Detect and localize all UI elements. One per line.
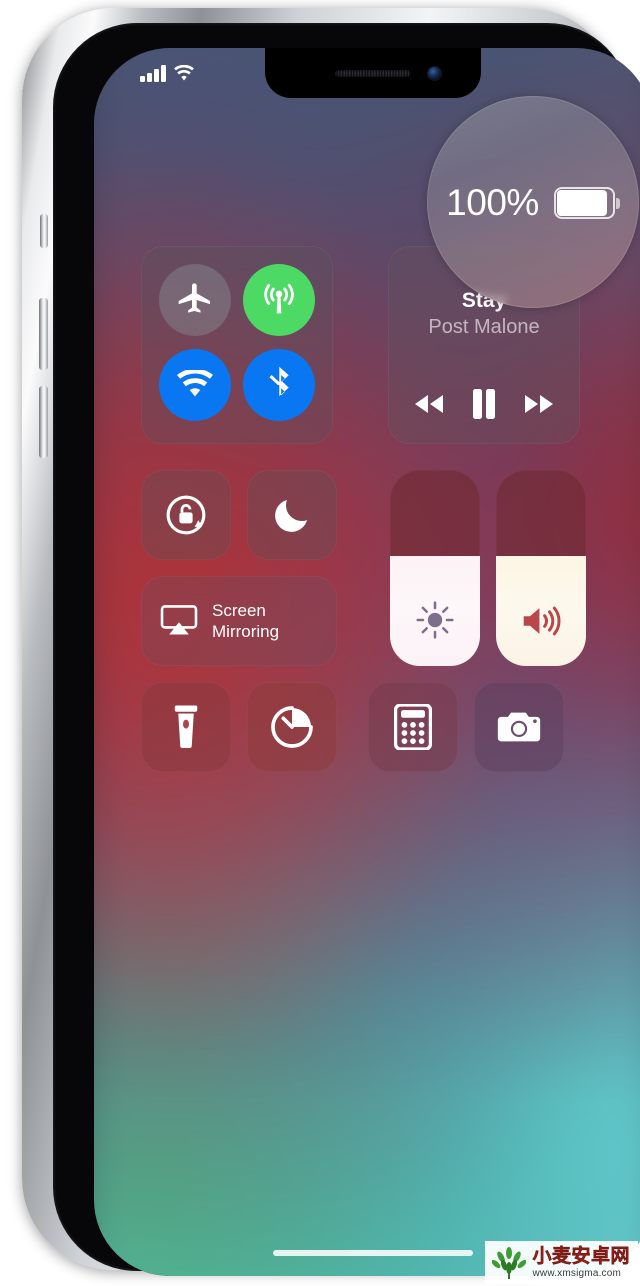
screenshot-stage: 100% Stay Post Malone Screen Mirroring 小… — [0, 0, 640, 1286]
volume-down-button[interactable] — [39, 386, 48, 458]
airplane-mode-toggle[interactable] — [159, 264, 231, 336]
cellular-signal-bars-icon — [140, 65, 166, 82]
airplane-icon — [178, 283, 210, 313]
flashlight-button[interactable] — [141, 682, 231, 772]
cellular-antenna-icon — [264, 283, 294, 314]
accessibility-zoom-lens[interactable]: 100% — [427, 96, 639, 308]
now-playing-artist: Post Malone — [428, 316, 540, 338]
brightness-slider[interactable] — [390, 470, 480, 666]
timer-button[interactable] — [247, 682, 337, 772]
calculator-icon — [394, 704, 432, 750]
camera-icon — [497, 712, 541, 742]
rotation-lock-icon — [166, 495, 206, 535]
screen-mirroring-label-line2: Mirroring — [212, 622, 280, 641]
iphone-device-frame: 100% Stay Post Malone Screen Mirroring — [22, 8, 640, 1276]
playback-controls — [388, 388, 580, 420]
rewind-button[interactable] — [408, 388, 450, 420]
connectivity-module — [141, 246, 333, 444]
device-notch — [265, 48, 481, 98]
earpiece-speaker-icon — [335, 70, 411, 77]
rotation-lock-toggle[interactable] — [141, 470, 231, 560]
brightness-slider-icon-wrap — [390, 600, 480, 640]
mute-switch-button[interactable] — [40, 214, 48, 248]
battery-percentage-label: 100% — [446, 182, 539, 223]
cellular-data-toggle[interactable] — [243, 264, 315, 336]
rewind-icon — [415, 395, 444, 413]
volume-up-button[interactable] — [39, 298, 48, 370]
wifi-icon — [177, 370, 213, 397]
do-not-disturb-toggle[interactable] — [247, 470, 337, 560]
pause-icon — [472, 389, 495, 419]
volume-slider-icon-wrap — [496, 602, 586, 640]
device-bezel: 100% Stay Post Malone Screen Mirroring — [53, 23, 640, 1276]
calculator-button[interactable] — [368, 682, 458, 772]
wifi-toggle[interactable] — [159, 349, 231, 421]
screen-mirroring-label-line1: Screen — [212, 601, 266, 620]
shortcuts-row — [141, 682, 605, 772]
wifi-icon — [173, 65, 194, 81]
watermark-title: 小麦安卓网 — [532, 1246, 630, 1267]
watermark-text: 小麦安卓网 www.xmsigma.com — [532, 1247, 630, 1279]
bluetooth-icon — [269, 366, 289, 397]
flashlight-icon — [174, 705, 198, 748]
wheat-logo-icon — [492, 1247, 527, 1279]
airplay-icon — [160, 605, 198, 635]
watermark-url: www.xmsigma.com — [532, 1268, 622, 1279]
fast-forward-button[interactable] — [518, 388, 560, 420]
brightness-sun-icon — [416, 601, 454, 639]
screen-mirroring-label: Screen Mirroring — [212, 600, 279, 642]
moon-icon — [275, 499, 308, 532]
phone-screen: 100% Stay Post Malone Screen Mirroring — [94, 48, 640, 1276]
site-watermark: 小麦安卓网 www.xmsigma.com — [485, 1241, 638, 1284]
camera-button[interactable] — [474, 682, 564, 772]
front-camera-icon — [428, 67, 441, 80]
magnified-battery-indicator: 100% — [446, 182, 620, 224]
timer-icon — [271, 706, 313, 748]
fast-forward-icon — [524, 395, 553, 413]
battery-full-icon — [553, 187, 620, 219]
home-indicator[interactable] — [273, 1250, 473, 1256]
volume-slider[interactable] — [496, 470, 586, 666]
pause-button[interactable] — [463, 388, 505, 420]
status-bar-left-group — [140, 65, 195, 82]
bluetooth-toggle[interactable] — [243, 349, 315, 421]
screen-mirroring-button[interactable]: Screen Mirroring — [141, 576, 337, 666]
volume-speaker-icon — [523, 606, 561, 636]
